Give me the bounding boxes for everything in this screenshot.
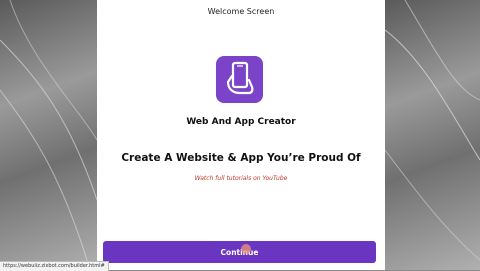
screen-title: Welcome Screen xyxy=(207,7,275,16)
cursor-indicator xyxy=(241,244,251,254)
background-right xyxy=(385,0,480,270)
app-name: Web And App Creator xyxy=(186,117,296,127)
tutorial-link[interactable]: Watch full tutorials on YouTube xyxy=(97,175,385,182)
phone-in-hand-icon xyxy=(223,60,257,100)
background-left xyxy=(0,0,97,270)
app-logo xyxy=(216,56,263,103)
continue-button[interactable]: Continue xyxy=(103,241,376,263)
phone-screen: Welcome Screen Web And App Creator Creat… xyxy=(97,0,385,270)
headline: Create A Website & App You’re Proud Of xyxy=(121,152,361,164)
